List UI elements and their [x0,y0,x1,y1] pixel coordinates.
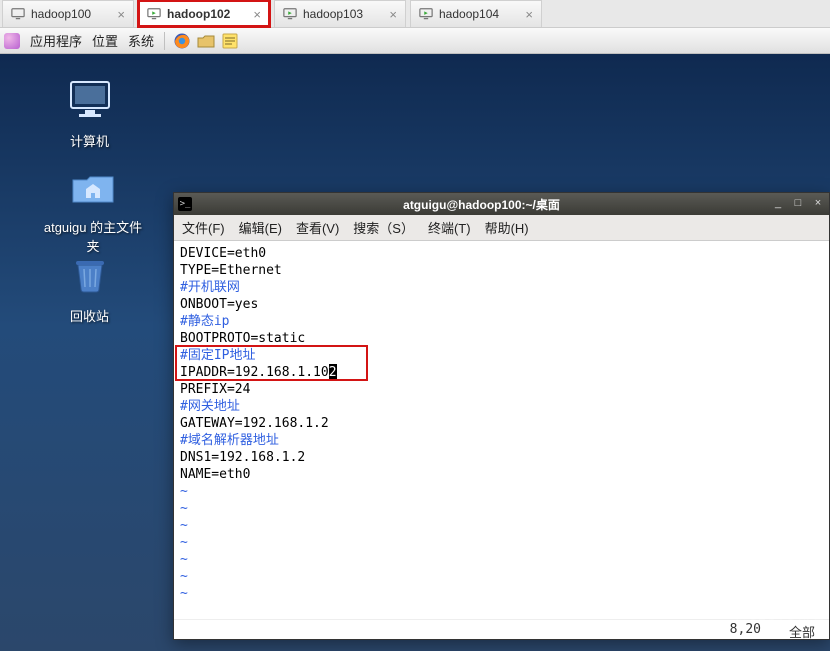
terminal-icon: >_ [178,197,192,211]
comment-line: #开机联网 [180,280,240,295]
monitor-play-icon [419,7,433,21]
menu-view[interactable]: 查看(V) [296,218,339,237]
vim-tilde: ~ [180,552,188,567]
terminal-titlebar[interactable]: >_ atguigu@hadoop100:~/桌面 _ □ × [174,193,829,215]
config-line: NAME=eth0 [180,467,250,482]
vim-tilde: ~ [180,501,188,516]
vim-statusbar: 8,20 全部 [174,619,829,639]
menu-file[interactable]: 文件(F) [182,218,225,237]
terminal-body[interactable]: DEVICE=eth0 TYPE=Ethernet #开机联网 ONBOOT=y… [174,241,829,619]
menu-search[interactable]: 搜索（S） [353,218,414,237]
trash-icon [42,255,137,302]
monitor-play-icon [147,7,161,21]
close-icon[interactable]: × [389,7,397,22]
vm-tab-hadoop104[interactable]: hadoop104 × [410,0,542,27]
config-line: PREFIX=24 [180,382,250,397]
separator [164,32,165,50]
config-line: IPADDR=192.168.1.10 [180,365,329,380]
monitor-icon [11,7,25,21]
vim-tilde: ~ [180,569,188,584]
config-line: DEVICE=eth0 [180,246,266,261]
cursor: 2 [329,364,337,381]
desktop-label: 回收站 [42,306,137,325]
vim-tilde: ~ [180,484,188,499]
vim-tilde: ~ [180,518,188,533]
desktop-icon-trash[interactable]: 回收站 [42,255,137,325]
vim-tilde: ~ [180,586,188,601]
gnome-panel: 应用程序 位置 系统 [0,28,830,54]
vm-tab-label: hadoop102 [167,7,247,21]
config-line: TYPE=Ethernet [180,263,282,278]
maximize-button[interactable]: □ [791,197,805,211]
terminal-menubar: 文件(F) 编辑(E) 查看(V) 搜索（S） 终端(T) 帮助(H) [174,215,829,241]
desktop-icon-home[interactable]: atguigu 的主文件夹 [38,168,148,255]
firefox-icon[interactable] [173,32,191,50]
vm-tab-strip: hadoop100 × hadoop102 × hadoop103 × hado… [0,0,830,28]
vm-tab-hadoop103[interactable]: hadoop103 × [274,0,406,27]
vim-tilde: ~ [180,535,188,550]
close-icon[interactable]: × [117,7,125,22]
comment-line: #网关地址 [180,399,240,414]
close-icon[interactable]: × [253,7,261,22]
menu-places[interactable]: 位置 [90,29,120,52]
menu-edit[interactable]: 编辑(E) [239,218,282,237]
menu-system[interactable]: 系统 [126,29,156,52]
config-line: BOOTPROTO=static [180,331,305,346]
computer-icon [42,80,137,127]
close-button[interactable]: × [811,197,825,211]
monitor-play-icon [283,7,297,21]
file-manager-icon[interactable] [197,32,215,50]
config-line: GATEWAY=192.168.1.2 [180,416,329,431]
vm-tab-hadoop100[interactable]: hadoop100 × [2,0,134,27]
vm-tab-label: hadoop100 [31,7,111,21]
start-icon[interactable] [4,33,20,49]
desktop-label: atguigu 的主文件夹 [38,217,148,255]
close-icon[interactable]: × [525,7,533,22]
vm-tab-label: hadoop103 [303,7,383,21]
desktop-label: 计算机 [42,131,137,150]
terminal-window: >_ atguigu@hadoop100:~/桌面 _ □ × 文件(F) 编辑… [173,192,830,640]
menu-terminal[interactable]: 终端(T) [428,218,471,237]
minimize-button[interactable]: _ [771,197,785,211]
cursor-position: 8,20 [730,622,761,637]
comment-line: #静态ip [180,314,229,329]
comment-line: #固定IP地址 [180,348,255,363]
config-line: ONBOOT=yes [180,297,258,312]
scroll-status: 全部 [789,622,815,637]
menu-applications[interactable]: 应用程序 [28,29,84,52]
desktop-icon-computer[interactable]: 计算机 [42,80,137,150]
comment-line: #域名解析器地址 [180,433,279,448]
vm-tab-label: hadoop104 [439,7,519,21]
config-line: DNS1=192.168.1.2 [180,450,305,465]
menu-help[interactable]: 帮助(H) [485,218,529,237]
terminal-title: atguigu@hadoop100:~/桌面 [198,196,765,213]
folder-home-icon [38,168,148,213]
notes-icon[interactable] [221,32,239,50]
vm-tab-hadoop102[interactable]: hadoop102 × [138,0,270,27]
